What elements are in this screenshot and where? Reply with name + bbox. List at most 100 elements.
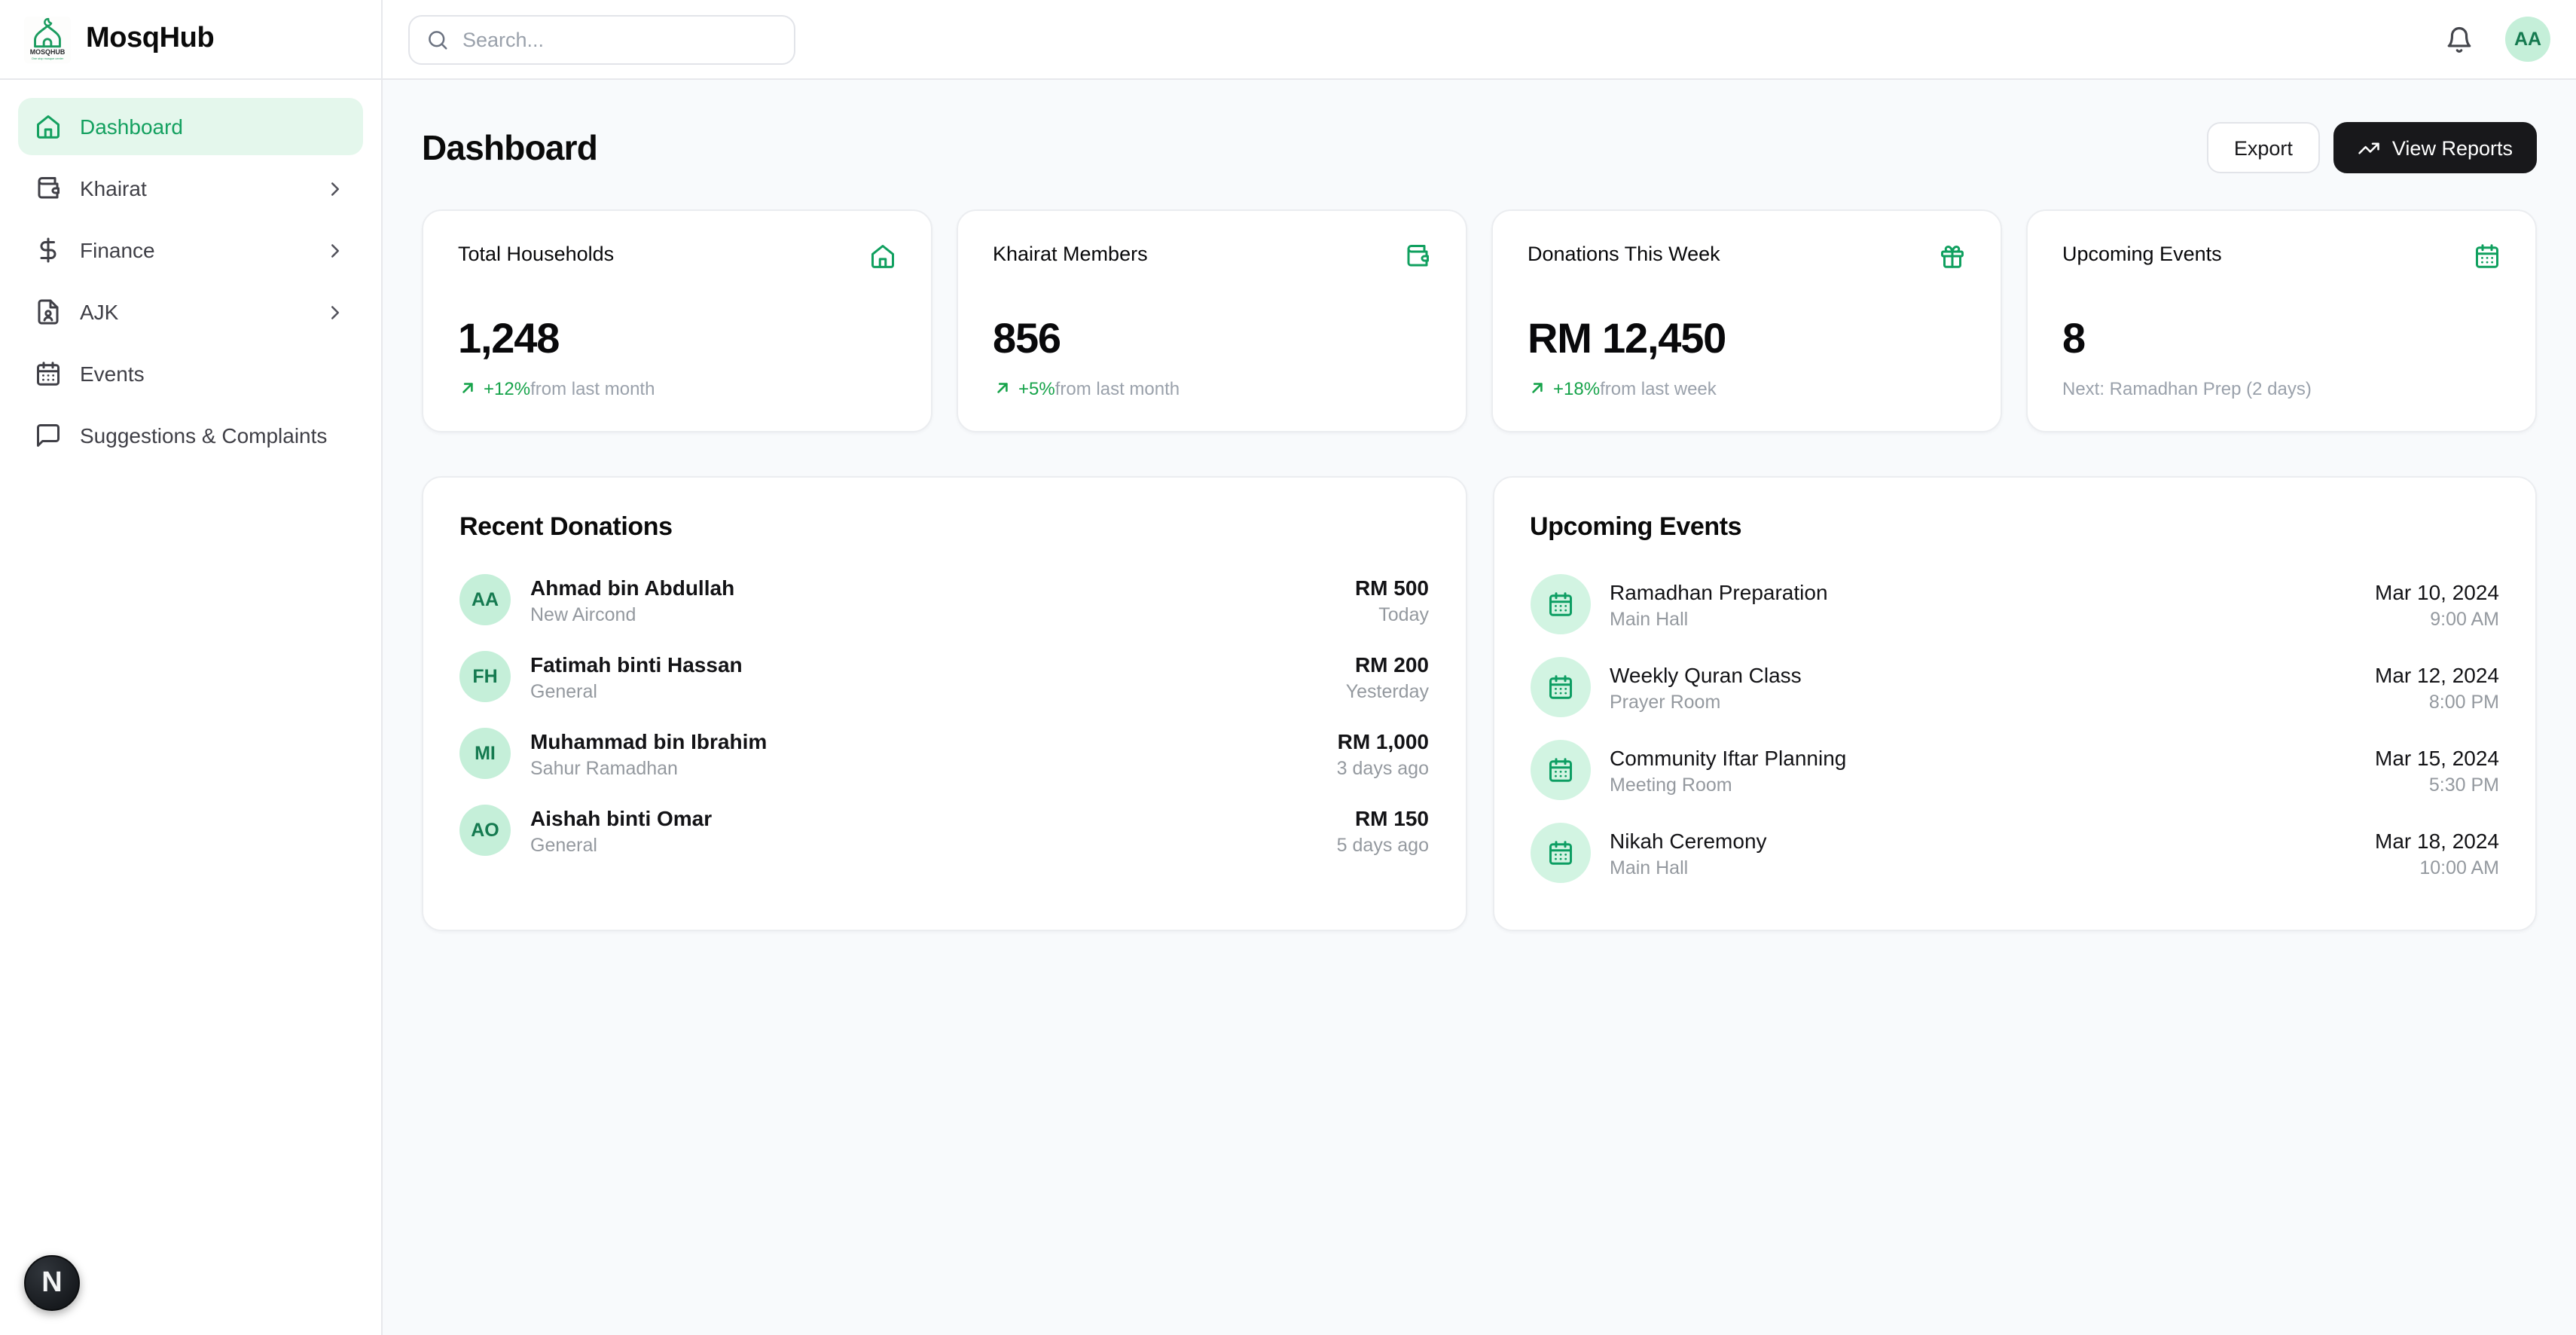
event-date: Mar 18, 2024 [2375, 828, 2499, 852]
search-box[interactable] [408, 14, 795, 64]
donation-category: General [530, 834, 1317, 855]
event-time: 10:00 AM [2375, 857, 2499, 878]
stat-value: 1,248 [458, 315, 896, 363]
panel-title: Recent Donations [459, 512, 1429, 542]
donation-category: General [530, 680, 1326, 701]
donor-name: Muhammad bin Ibrahim [530, 729, 1317, 753]
bell-icon[interactable] [2445, 25, 2474, 53]
stat-change: +12%from last month [458, 377, 896, 399]
stat-title: Donations This Week [1528, 243, 1720, 265]
event-row: Community Iftar Planning Meeting Room Ma… [1530, 740, 2499, 800]
stat-title: Upcoming Events [2062, 243, 2222, 265]
donation-row: FH Fatimah binti Hassan General RM 200 Y… [459, 651, 1429, 702]
header-actions: Export View Reports [2207, 122, 2537, 173]
sidebar-item-suggestions-complaints[interactable]: Suggestions & Complaints [18, 407, 363, 464]
sidebar-item-events[interactable]: Events [18, 345, 363, 402]
event-time: 5:30 PM [2375, 774, 2499, 795]
stat-value: RM 12,450 [1528, 315, 1966, 363]
content: Dashboard Export View Reports Total Hous… [383, 80, 2576, 1335]
export-button[interactable]: Export [2207, 122, 2320, 173]
home-icon [869, 243, 896, 270]
donation-time: 5 days ago [1337, 834, 1429, 855]
event-row: Nikah Ceremony Main Hall Mar 18, 2024 10… [1530, 823, 2499, 883]
stat-note: Next: Ramadhan Prep (2 days) [2062, 377, 2312, 399]
svg-text:One stop mosque center: One stop mosque center [32, 56, 64, 60]
stat-delta: +18% [1553, 377, 1600, 399]
calendar-icon [1546, 839, 1573, 866]
donation-category: Sahur Ramadhan [530, 757, 1317, 778]
stats-row: Total Households 1,248 +12%from last mon… [422, 209, 2537, 432]
main-area: AA Dashboard Export View Reports Tot [383, 0, 2576, 1335]
event-time: 8:00 PM [2375, 691, 2499, 712]
app-window: MOSQHUB One stop mosque center MosqHub D… [0, 0, 2576, 1335]
stat-card-donations-week: Donations This Week RM 12,450 +18%from l… [1491, 209, 2002, 432]
stat-card-khairat-members: Khairat Members 856 +5%from last month [957, 209, 1467, 432]
event-location: Main Hall [1610, 857, 2355, 878]
event-location: Main Hall [1610, 608, 2355, 629]
stat-title: Khairat Members [993, 243, 1148, 265]
event-date: Mar 10, 2024 [2375, 579, 2499, 603]
sidebar-item-label: Finance [80, 238, 306, 262]
sidebar-item-ajk[interactable]: AJK [18, 283, 363, 341]
stat-title: Total Households [458, 243, 614, 265]
event-time: 9:00 AM [2375, 608, 2499, 629]
sidebar-item-label: Events [80, 362, 346, 386]
view-reports-button[interactable]: View Reports [2333, 122, 2537, 173]
stat-note: from last month [530, 377, 655, 399]
sidebar-item-label: Suggestions & Complaints [80, 423, 346, 448]
stat-change: +5%from last month [993, 377, 1431, 399]
donation-row: MI Muhammad bin Ibrahim Sahur Ramadhan R… [459, 728, 1429, 779]
nextjs-dev-badge[interactable]: N [24, 1255, 80, 1311]
panels-row: Recent Donations AA Ahmad bin Abdullah N… [422, 476, 2537, 931]
sidebar-item-khairat[interactable]: Khairat [18, 160, 363, 217]
page-title: Dashboard [422, 127, 597, 168]
gift-icon [1939, 243, 1966, 270]
event-title: Ramadhan Preparation [1610, 579, 2355, 603]
event-title: Weekly Quran Class [1610, 662, 2355, 686]
sidebar-item-label: Khairat [80, 176, 306, 200]
brand: MOSQHUB One stop mosque center MosqHub [0, 0, 381, 80]
recent-donations-panel: Recent Donations AA Ahmad bin Abdullah N… [422, 476, 1467, 931]
donation-amount: RM 200 [1346, 652, 1429, 676]
arrow-up-right-icon [1528, 378, 1547, 398]
event-title: Nikah Ceremony [1610, 828, 2355, 852]
event-date: Mar 12, 2024 [2375, 662, 2499, 686]
trending-up-icon [2358, 136, 2380, 159]
event-icon-circle [1530, 574, 1590, 634]
sidebar-item-label: Dashboard [80, 115, 346, 139]
donor-avatar: AO [459, 805, 511, 856]
donor-avatar: FH [459, 651, 511, 702]
chevron-right-icon [324, 177, 346, 200]
file-user-icon [35, 298, 62, 325]
stat-card-upcoming-events: Upcoming Events 8 Next: Ramadhan Prep (2… [2026, 209, 2537, 432]
wallet-icon [1404, 243, 1431, 270]
stat-value: 856 [993, 315, 1431, 363]
view-reports-label: View Reports [2392, 136, 2513, 159]
search-icon [426, 28, 449, 50]
search-input[interactable] [462, 28, 777, 50]
arrow-up-right-icon [458, 378, 478, 398]
panel-title: Upcoming Events [1530, 512, 2499, 542]
user-avatar[interactable]: AA [2505, 17, 2550, 62]
message-square-icon [35, 422, 62, 449]
sidebar-item-label: AJK [80, 300, 306, 324]
donation-amount: RM 150 [1337, 805, 1429, 829]
calendar-icon [1546, 674, 1573, 701]
page-header: Dashboard Export View Reports [422, 122, 2537, 173]
stat-note: from last week [1600, 377, 1717, 399]
calendar-icon [35, 360, 62, 387]
sidebar-item-dashboard[interactable]: Dashboard [18, 98, 363, 155]
upcoming-events-panel: Upcoming Events Ramadhan Preparation Mai… [1492, 476, 2537, 931]
dollar-icon [35, 237, 62, 264]
stat-value: 8 [2062, 315, 2501, 363]
donation-row: AA Ahmad bin Abdullah New Aircond RM 500… [459, 574, 1429, 625]
donation-amount: RM 1,000 [1337, 729, 1429, 753]
sidebar-item-finance[interactable]: Finance [18, 221, 363, 279]
stat-note: from last month [1055, 377, 1180, 399]
wallet-icon [35, 175, 62, 202]
donation-category: New Aircond [530, 603, 1335, 625]
calendar-icon [1546, 756, 1573, 784]
donation-time: Today [1355, 603, 1429, 625]
event-icon-circle [1530, 823, 1590, 883]
svg-text:MOSQHUB: MOSQHUB [30, 47, 66, 55]
